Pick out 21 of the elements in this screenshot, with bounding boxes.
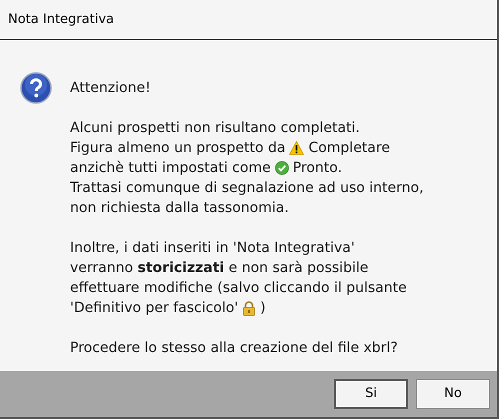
message-text: anzichè tutti impostati come <box>70 159 271 178</box>
question-icon <box>20 72 52 104</box>
message-text: verranno storicizzati e non sarà possibile <box>70 259 368 278</box>
message-text: effettuare modifiche (salvo cliccando il pulsante <box>70 279 407 298</box>
message-text: non richiesta dalla tassonomia. <box>70 199 289 218</box>
message-text: Procedere lo stesso alla creazione del file xbrl? <box>70 339 398 358</box>
message-text: 'Definitivo per fascicolo' <box>70 299 238 318</box>
window-title: Nota Integrativa <box>8 10 114 29</box>
alert-heading: Attenzione! <box>70 79 151 98</box>
message-text: Figura almeno un prospetto da <box>70 139 286 158</box>
message-text: Trattasi comunque di segnalazione ad uso interno, <box>70 179 424 198</box>
dialog-button[interactable]: No <box>416 379 490 409</box>
message-text: Alcuni prospetti non risultano completati. <box>70 119 360 138</box>
dialog-button[interactable]: Si <box>334 379 408 409</box>
message-text: ) <box>260 299 266 318</box>
lock-icon <box>242 300 256 316</box>
warning-icon <box>289 141 304 155</box>
message-text: Completare <box>308 139 390 158</box>
message-text: Inoltre, i dati inseriti in 'Nota Integrativa' <box>70 239 355 258</box>
check-icon <box>274 161 289 175</box>
message-text: Pronto. <box>292 159 342 178</box>
